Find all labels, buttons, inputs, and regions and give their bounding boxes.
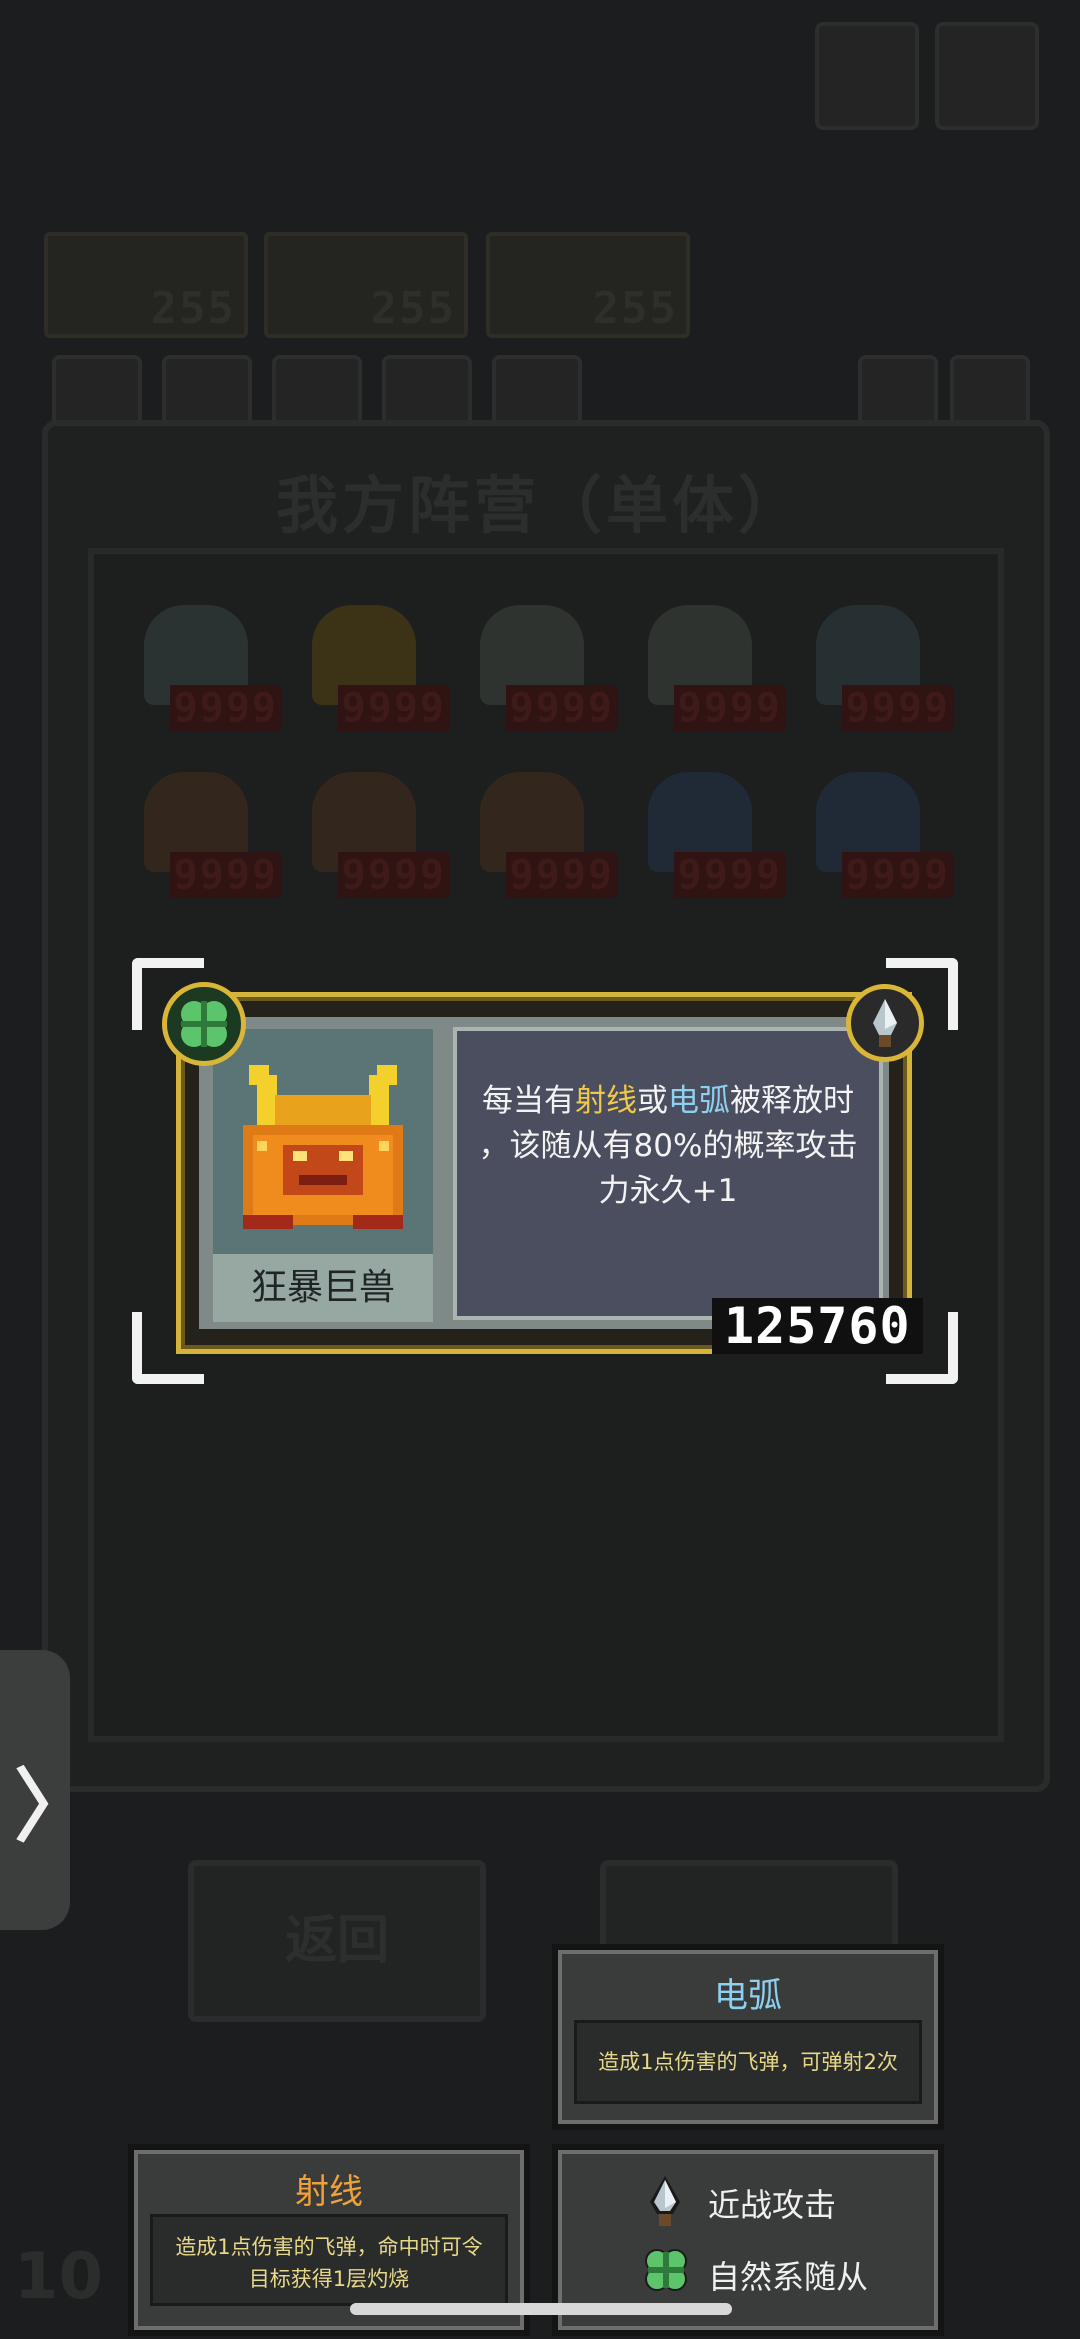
team-unit[interactable]: 9999 [130,752,282,898]
team-unit[interactable]: 9999 [802,752,954,898]
team-unit[interactable]: 9999 [802,585,954,731]
clover-icon [645,2249,687,2291]
unit-hp: 9999 [337,685,450,731]
tooltip-arc-body: 造成1点伤害的飞弹，可弹射2次 [574,2020,922,2104]
side-drawer-handle[interactable]: 〉 [0,1650,94,1930]
unit-name: 狂暴巨兽 [213,1254,433,1322]
unit-hp: 9999 [673,852,786,898]
knife-icon [650,2176,680,2226]
unit-score: 125760 [712,1298,923,1354]
tooltip-ray-title: 射线 [295,2172,363,2212]
unit-hp: 9999 [169,852,282,898]
resource-box-2: 255 [264,232,468,338]
legend-item-melee: 近战攻击 [558,2170,938,2230]
clover-icon [162,982,246,1066]
berserk-beast-portrait [243,1065,403,1229]
tooltip-arc: 电弧 造成1点伤害的飞弹，可弹射2次 [552,1944,944,2130]
team-unit[interactable]: 9999 [634,585,786,731]
home-indicator[interactable] [350,2303,732,2315]
unit-hp: 9999 [673,685,786,731]
chevron-right-icon: 〉 [14,1760,94,1853]
team-unit[interactable]: 9999 [634,752,786,898]
unit-hp: 9999 [505,852,618,898]
team-unit[interactable]: 9999 [466,585,618,731]
knife-icon [846,984,924,1062]
resource-box-3: 255 [486,232,690,338]
resource-box-1: 255 [44,232,248,338]
tooltip-ray-body: 造成1点伤害的飞弹，命中时可令 目标获得1层灼烧 [150,2214,508,2306]
keyword-arc[interactable]: 电弧 [668,1083,730,1119]
unit-portrait [213,1029,433,1254]
unit-hp: 9999 [841,685,954,731]
team-unit[interactable]: 9999 [466,752,618,898]
keyword-ray[interactable]: 射线 [575,1083,637,1119]
top-slot-1 [815,22,919,130]
team-unit[interactable]: 9999 [298,752,450,898]
panel-title: 我方阵营（单体） [275,469,804,542]
legend-label-melee: 近战攻击 [708,2186,837,2224]
tooltip-arc-title: 电弧 [714,1976,782,2016]
back-button[interactable]: 返回 [188,1860,486,2022]
unit-hp: 9999 [841,852,954,898]
legend-item-nature: 自然系随从 [558,2242,938,2302]
unit-description: 每当有射线或电弧被释放时 ，该随从有80%的概率攻击 力永久+1 [478,1083,858,1209]
legend-label-nature: 自然系随从 [708,2258,869,2296]
unit-hp: 9999 [505,685,618,731]
team-unit[interactable]: 9999 [298,585,450,731]
team-unit[interactable]: 9999 [130,585,282,731]
unit-hp: 9999 [169,685,282,731]
unit-description-box: 每当有射线或电弧被释放时 ，该随从有80%的概率攻击 力永久+1 [453,1027,883,1320]
unit-hp: 9999 [337,852,450,898]
top-slot-2 [935,22,1039,130]
round-number: 10 [14,2240,104,2314]
